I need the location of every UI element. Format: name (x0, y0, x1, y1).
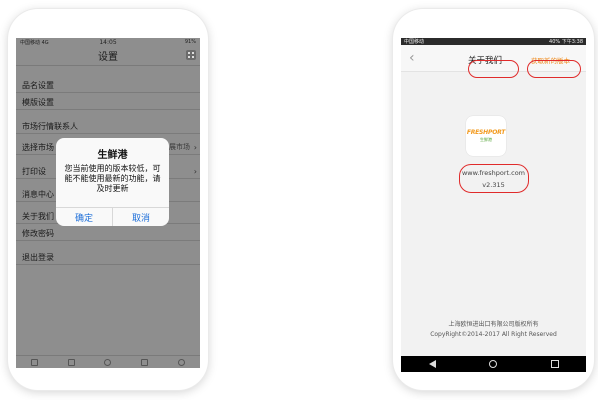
android-status-bar: 中国移动 40% 下午3:38 (401, 38, 586, 45)
settings-row-logout[interactable]: 退出登录 (16, 250, 200, 265)
settings-tab-icon[interactable] (104, 358, 112, 366)
settings-row-market-contact[interactable]: 市场行情联系人 (16, 119, 200, 134)
row-label: 市场行情联系人 (22, 121, 78, 131)
orders-tab-icon[interactable] (67, 358, 75, 366)
row-label: 退出登录 (22, 252, 54, 262)
copyright-cn: 上海欧恒进出口有限公司版权所有 (448, 321, 539, 328)
carrier-label: 中国移动 (404, 39, 425, 45)
status-right: 40% 下午3:38 (549, 38, 583, 45)
grid-menu-button[interactable] (186, 50, 196, 60)
row-label: 消息中心 (22, 189, 54, 199)
stage: 中国移动 4G 14:05 91% 设置 品名设置 模版设置 市场行情联系人 选… (0, 0, 598, 400)
version-text: v2.315 (482, 181, 505, 189)
home-circle-icon[interactable] (489, 360, 498, 368)
files-tab-icon[interactable] (141, 358, 149, 366)
row-label: 关于我们 (22, 211, 54, 221)
settings-row-template[interactable]: 模版设置 (16, 95, 200, 110)
status-time: 14:05 (99, 38, 117, 46)
page-title: 关于我们 (468, 56, 503, 66)
ios-status-bar: 中国移动 4G 14:05 91% (16, 38, 200, 46)
get-new-version-link[interactable]: 获取新的版本 (531, 55, 570, 65)
logo-brand: FRESHPORT (466, 129, 506, 136)
right-phone-frame: 中国移动 40% 下午3:38 ‹ 关于我们 获取新的版本 FRESHPORT … (393, 9, 594, 390)
dialog-title: 生鲜港 (97, 150, 128, 161)
home-tab-icon[interactable] (30, 358, 38, 366)
bottom-tab-bar (16, 355, 200, 368)
logo-subtitle: 生鲜港 (480, 137, 492, 142)
grid-icon (188, 52, 194, 58)
gear-tab-icon[interactable] (178, 358, 186, 366)
android-nav-bar (401, 356, 586, 372)
nav-bar: 设置 (16, 46, 200, 66)
chevron-right-icon: › (193, 142, 197, 152)
update-alert-dialog: 生鲜港 您当前使用的版本较低，可能不能使用最新的功能，请及时更新 确定 取消 (56, 138, 169, 226)
nav-bar: ‹ 关于我们 获取新的版本 (401, 45, 586, 72)
row-label: 修改密码 (22, 228, 54, 238)
dialog-message: 您当前使用的版本较低，可能不能使用最新的功能，请及时更新 (64, 164, 161, 193)
settings-row-change-password[interactable]: 修改密码 (16, 226, 200, 241)
dialog-buttons: 确定 取消 (56, 207, 169, 226)
row-label: 模版设置 (22, 97, 54, 107)
cancel-button[interactable]: 取消 (113, 208, 169, 226)
page-title: 设置 (98, 52, 118, 63)
row-label: 打印设 (22, 166, 46, 176)
copyright-en: CopyRight©2014-2017 All Right Reserved (430, 331, 557, 338)
back-triangle-icon[interactable] (428, 360, 436, 368)
back-arrow-icon[interactable]: ‹ (409, 50, 415, 66)
row-label: 品名设置 (22, 80, 54, 90)
chevron-right-icon: › (193, 166, 197, 176)
left-phone-frame: 中国移动 4G 14:05 91% 设置 品名设置 模版设置 市场行情联系人 选… (8, 9, 208, 390)
recents-square-icon[interactable] (551, 360, 560, 368)
app-logo: FRESHPORT 生鲜港 (466, 116, 506, 156)
settings-row-product-name[interactable]: 品名设置 (16, 78, 200, 93)
row-label: 选择市场 (22, 142, 54, 152)
about-screen: 中国移动 40% 下午3:38 ‹ 关于我们 获取新的版本 FRESHPORT … (401, 38, 586, 372)
confirm-button[interactable]: 确定 (56, 208, 113, 226)
website-text: www.freshport.com (461, 169, 525, 177)
